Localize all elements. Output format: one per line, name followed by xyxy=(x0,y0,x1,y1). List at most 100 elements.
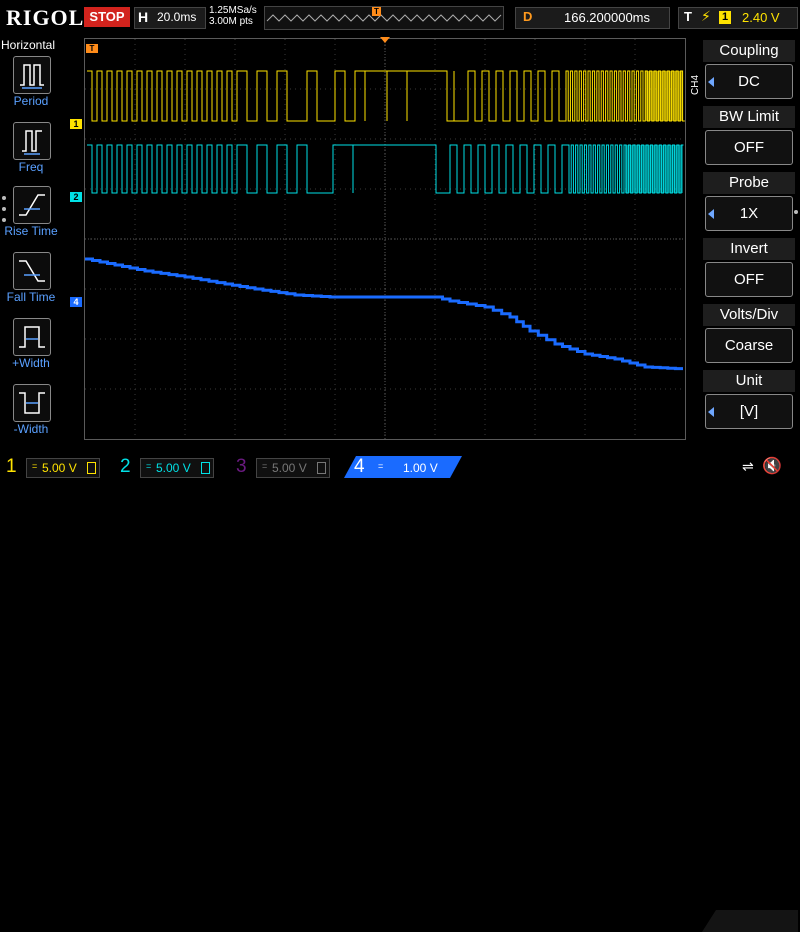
invert-title: Invert xyxy=(703,238,795,260)
ch1-offset-marker[interactable]: 1 xyxy=(70,119,82,129)
sample-rate: 1.25MSa/s xyxy=(209,5,257,16)
ch1-number: 1 xyxy=(6,456,17,477)
ch4-trace xyxy=(85,257,683,371)
unit-value: [V] xyxy=(705,394,793,429)
frequency-icon xyxy=(13,122,51,160)
sample-info: 1.25MSa/s 3.00M pts xyxy=(209,5,257,27)
memory-overview-strip xyxy=(264,6,504,30)
horizontal-menu: Horizontal Period Freq Rise Time Fall Ti… xyxy=(0,36,62,454)
menu-title: Horizontal xyxy=(1,38,56,52)
system-tray xyxy=(702,910,798,932)
delay-value: 166.200000ms xyxy=(564,10,651,25)
delay-label: D xyxy=(523,9,533,24)
ch3-status[interactable]: 3 = 5.00 V xyxy=(236,456,332,478)
measure-period-button[interactable]: Period xyxy=(2,56,60,118)
channel-menu: Coupling DC BW Limit OFF Probe 1X Invert… xyxy=(700,38,800,436)
volts-div-softkey[interactable]: Volts/Div Coarse xyxy=(703,304,795,366)
fall-time-label: Fall Time xyxy=(6,290,56,304)
ch3-scale: 5.00 V xyxy=(272,461,307,475)
timebase-display[interactable]: H 20.0ms xyxy=(134,7,206,29)
unit-title: Unit xyxy=(703,370,795,392)
probe-title: Probe xyxy=(703,172,795,194)
brand-logo: RIGOL xyxy=(6,5,85,30)
measure-neg-width-button[interactable]: -Width xyxy=(2,384,60,446)
ch1-status[interactable]: 1 = 5.00 V xyxy=(6,456,102,478)
dc-coupling-icon: = xyxy=(378,461,384,471)
right-page-dot xyxy=(794,210,798,214)
probe-softkey[interactable]: Probe 1X xyxy=(703,172,795,234)
bw-limit-softkey[interactable]: BW Limit OFF xyxy=(703,106,795,168)
ch2-scale: 5.00 V xyxy=(156,461,191,475)
usb-icon: ⇌ xyxy=(742,458,754,474)
bw-icon xyxy=(87,462,96,474)
run-stop-status[interactable]: STOP xyxy=(84,7,130,27)
ch2-status[interactable]: 2 = 5.00 V xyxy=(120,456,216,478)
bw-limit-value: OFF xyxy=(705,130,793,165)
select-arrow-icon xyxy=(708,407,714,417)
invert-value: OFF xyxy=(705,262,793,297)
waveform-display[interactable] xyxy=(84,38,686,440)
period-label: Period xyxy=(13,94,49,108)
ch4-number: 4 xyxy=(354,456,365,477)
ch4-status[interactable]: 4 = 1.00 V xyxy=(354,456,454,478)
ch4-scale-box: = 1.00 V xyxy=(372,458,446,478)
ch1-scale: 5.00 V xyxy=(42,461,77,475)
coupling-title: Coupling xyxy=(703,40,795,62)
coupling-value: DC xyxy=(705,64,793,99)
trigger-position-arrow xyxy=(380,37,390,43)
timebase-value: 20.0ms xyxy=(157,10,197,24)
positive-width-icon xyxy=(13,318,51,356)
ch3-scale-box: = 5.00 V xyxy=(256,458,330,478)
status-bar: RIGOL STOP H 20.0ms 1.25MSa/s 3.00M pts … xyxy=(0,0,800,36)
invert-softkey[interactable]: Invert OFF xyxy=(703,238,795,300)
rise-time-label: Rise Time xyxy=(4,224,58,238)
ch1-trace xyxy=(87,70,685,122)
rise-time-icon xyxy=(13,186,51,224)
trigger-display[interactable]: T ⚡ 1 2.40 V xyxy=(678,7,798,29)
coupling-softkey[interactable]: Coupling DC xyxy=(703,40,795,102)
neg-width-label: -Width xyxy=(13,422,49,436)
negative-width-icon xyxy=(13,384,51,422)
bw-limit-title: BW Limit xyxy=(703,106,795,128)
volts-div-value: Coarse xyxy=(705,328,793,363)
ch2-dense-region xyxy=(625,145,683,193)
speaker-muted-icon[interactable]: 🔇 xyxy=(762,456,782,476)
fall-time-icon xyxy=(13,252,51,290)
trigger-source: 1 xyxy=(719,11,731,24)
sample-points: 3.00M pts xyxy=(209,16,253,27)
measure-pos-width-button[interactable]: +Width xyxy=(2,318,60,380)
dc-coupling-icon: = xyxy=(262,461,268,471)
dc-coupling-icon: = xyxy=(32,461,38,471)
measure-fall-time-button[interactable]: Fall Time xyxy=(2,252,60,314)
channel-bar: 1 = 5.00 V 2 = 5.00 V 3 = 5.00 V 4 = 1.0… xyxy=(0,454,800,932)
trigger-label: T xyxy=(684,9,692,24)
measure-freq-button[interactable]: Freq xyxy=(2,122,60,184)
ch4-offset-marker[interactable]: 4 xyxy=(70,297,82,307)
ch2-number: 2 xyxy=(120,456,131,477)
trigger-level: 2.40 V xyxy=(742,10,780,25)
memory-overview-wave xyxy=(266,14,502,22)
select-arrow-icon xyxy=(708,77,714,87)
ch2-offset-marker[interactable]: 2 xyxy=(70,192,82,202)
left-page-dots xyxy=(2,196,6,229)
rising-edge-icon: ⚡ xyxy=(701,8,711,24)
waveform-canvas xyxy=(85,39,685,439)
delay-display[interactable]: D 166.200000ms xyxy=(515,7,670,29)
ch2-scale-box: = 5.00 V xyxy=(140,458,214,478)
ch1-scale-box: = 5.00 V xyxy=(26,458,100,478)
volts-div-title: Volts/Div xyxy=(703,304,795,326)
ch3-number: 3 xyxy=(236,456,247,477)
timebase-label: H xyxy=(138,9,149,25)
period-icon xyxy=(13,56,51,94)
trigger-time-marker: T xyxy=(86,44,98,53)
select-arrow-icon xyxy=(708,209,714,219)
trigger-position-marker: T xyxy=(372,7,381,16)
unit-softkey[interactable]: Unit [V] xyxy=(703,370,795,432)
ch4-scale: 1.00 V xyxy=(403,461,438,475)
freq-label: Freq xyxy=(18,160,44,174)
probe-value: 1X xyxy=(705,196,793,231)
measure-rise-time-button[interactable]: Rise Time xyxy=(2,186,60,248)
dc-coupling-icon: = xyxy=(146,461,152,471)
bw-icon xyxy=(201,462,210,474)
ch1-dense-region xyxy=(645,71,683,121)
